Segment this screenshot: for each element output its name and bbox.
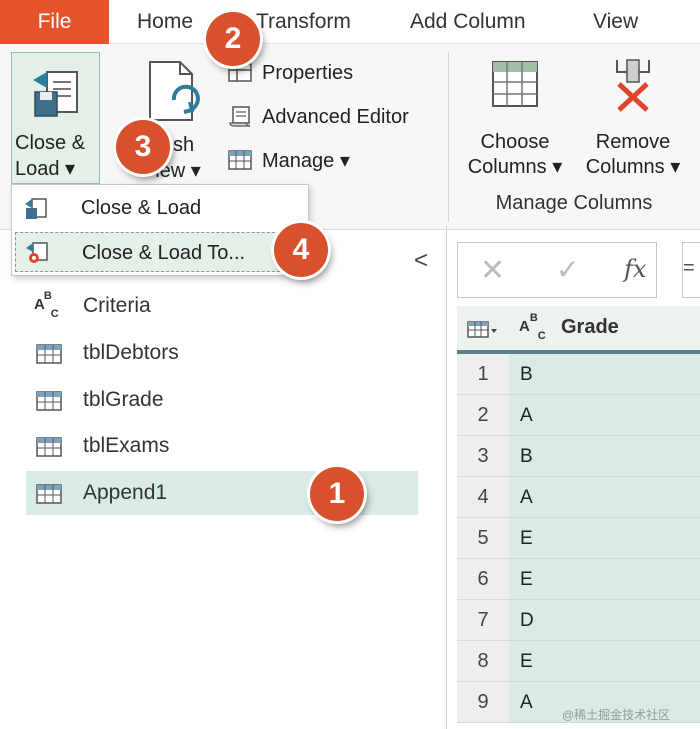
grade-cell[interactable]: D	[509, 600, 700, 641]
close-load-icon	[33, 71, 78, 117]
tab-home[interactable]: Home	[137, 0, 193, 44]
manage-label: Manage ▾	[262, 150, 350, 172]
insert-function-button[interactable]: fx	[624, 255, 646, 283]
grade-cell[interactable]: A	[509, 477, 700, 518]
tab-transform[interactable]: Transform	[256, 0, 351, 44]
grade-cell[interactable]: B	[509, 354, 700, 395]
column-header-grade[interactable]: Grade	[561, 316, 619, 339]
step-badge-3: 3	[116, 120, 170, 174]
remove-columns-icon	[616, 59, 650, 112]
close-load-label: Close & Load ▾	[15, 130, 99, 182]
table-row: 8E	[457, 641, 700, 682]
remove-columns-button[interactable]: Remove Columns ▾	[578, 54, 688, 184]
table-icon	[36, 484, 62, 504]
cancel-formula-icon[interactable]: ✕	[480, 253, 505, 288]
choose-columns-icon	[492, 61, 538, 107]
advanced-editor-label: Advanced Editor	[262, 106, 409, 128]
table-row: 1B	[457, 354, 700, 395]
table-row: 3B	[457, 436, 700, 477]
close-load-label-line1: Close &	[15, 132, 86, 154]
choose-columns-line1: Choose	[480, 131, 550, 153]
table-icon	[36, 391, 62, 411]
query-item-label: Criteria	[83, 294, 151, 317]
grid-header: ABC Grade	[457, 306, 700, 354]
tab-file[interactable]: File	[0, 0, 109, 44]
row-number: 9	[457, 682, 509, 723]
table-row: 2A	[457, 395, 700, 436]
query-item-label: Append1	[83, 481, 168, 504]
data-grid: ABC Grade 1B 2A 3B 4A 5E 6E 7D 8E 9A	[457, 306, 700, 729]
step-badge-1: 1	[310, 467, 364, 521]
row-number: 8	[457, 641, 509, 682]
formula-bar-buttons: ✕ ✓ fx	[457, 242, 657, 298]
menu-item-close-load-label: Close & Load	[81, 197, 202, 219]
table-row: 7D	[457, 600, 700, 641]
menu-item-close-load-to-label: Close & Load To...	[82, 242, 246, 264]
menu-item-close-load[interactable]: Close & Load	[15, 188, 305, 228]
formula-text: =	[683, 257, 695, 279]
close-load-dropdown-menu: Close & Load Close & Load To...	[11, 184, 309, 276]
ribbon-separator	[448, 52, 449, 222]
collapse-queries-pane-button[interactable]: <	[410, 248, 432, 274]
grade-cell[interactable]: B	[509, 436, 700, 477]
menu-item-close-load-to[interactable]: Close & Load To...	[15, 232, 305, 272]
manage-table-icon	[228, 149, 252, 170]
table-row: 5E	[457, 518, 700, 559]
row-number: 2	[457, 395, 509, 436]
query-item-label: tblDebtors	[83, 341, 179, 364]
query-item-criteria[interactable]: ABC Criteria	[26, 284, 418, 328]
manage-columns-group-label: Manage Columns	[495, 192, 653, 214]
pane-divider[interactable]	[446, 226, 447, 729]
manage-button[interactable]: Manage ▾	[228, 144, 350, 178]
grade-cell[interactable]: E	[509, 559, 700, 600]
tab-view[interactable]: View	[593, 0, 638, 44]
grid-body: 1B 2A 3B 4A 5E 6E 7D 8E 9A	[457, 354, 700, 723]
query-item-label: tblGrade	[83, 388, 164, 411]
refresh-preview-icon	[149, 61, 200, 121]
row-number: 1	[457, 354, 509, 395]
table-icon	[36, 437, 62, 457]
row-number: 4	[457, 477, 509, 518]
query-item-tblexams[interactable]: tblExams	[26, 424, 418, 468]
remove-columns-label: Remove Columns ▾	[578, 130, 688, 180]
table-icon	[36, 344, 62, 364]
ribbon-tab-bar: File Home Transform Add Column View	[0, 0, 700, 44]
row-number: 7	[457, 600, 509, 641]
properties-label: Properties	[262, 62, 354, 84]
tab-add-column[interactable]: Add Column	[410, 0, 526, 44]
step-badge-2: 2	[206, 12, 260, 66]
advanced-editor-button[interactable]: Advanced Editor	[228, 100, 409, 134]
query-item-tbldebtors[interactable]: tblDebtors	[26, 331, 418, 375]
abc-text-icon[interactable]: ABC	[519, 312, 546, 342]
table-menu-icon[interactable]	[467, 320, 499, 340]
watermark: @稀土掘金技术社区	[562, 708, 671, 722]
choose-columns-label: Choose Columns ▾	[460, 130, 570, 180]
row-number: 6	[457, 559, 509, 600]
query-item-label: tblExams	[83, 434, 170, 457]
close-load-to-icon	[26, 242, 48, 263]
commit-formula-icon[interactable]: ✓	[556, 253, 579, 286]
row-number: 5	[457, 518, 509, 559]
grade-cell[interactable]: E	[509, 518, 700, 559]
remove-columns-line1: Remove	[595, 131, 671, 153]
table-row: 4A	[457, 477, 700, 518]
row-number: 3	[457, 436, 509, 477]
grade-cell[interactable]: A	[509, 395, 700, 436]
close-load-label-line2: Load ▾	[15, 158, 76, 180]
step-badge-4: 4	[274, 223, 328, 277]
close-load-icon	[25, 198, 47, 219]
abc-text-icon: ABC	[34, 290, 59, 320]
choose-columns-button[interactable]: Choose Columns ▾	[460, 54, 570, 184]
choose-columns-line2: Columns ▾	[467, 156, 563, 178]
formula-input[interactable]: =	[682, 242, 700, 298]
remove-columns-line2: Columns ▾	[585, 156, 681, 178]
advanced-editor-icon	[229, 105, 251, 127]
grade-cell[interactable]: E	[509, 641, 700, 682]
query-item-tblgrade[interactable]: tblGrade	[26, 378, 418, 422]
table-row: 6E	[457, 559, 700, 600]
